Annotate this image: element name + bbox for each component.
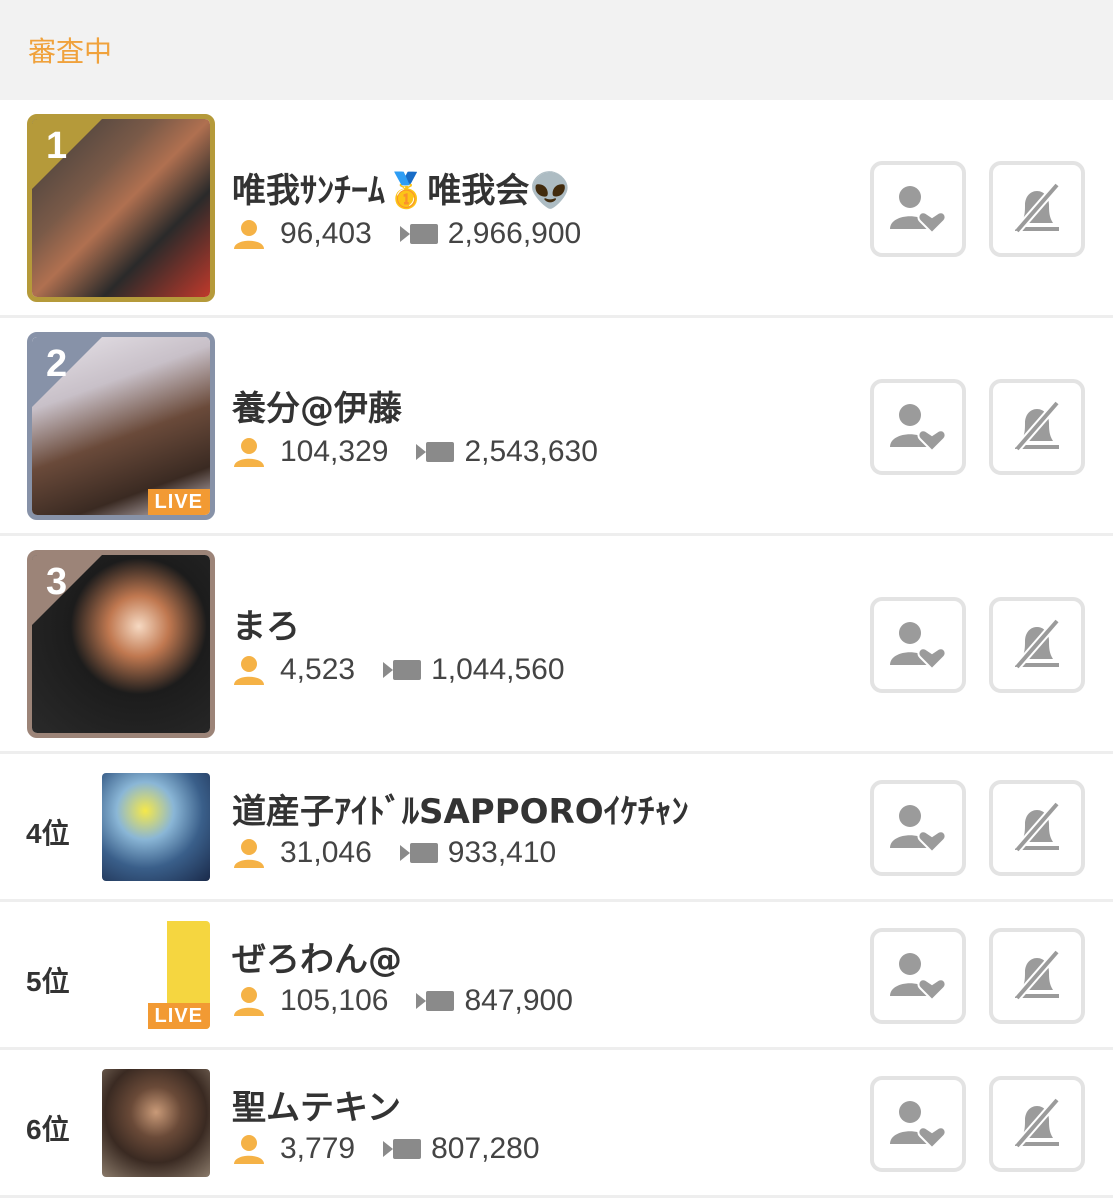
bell-slash-icon — [1013, 949, 1061, 1001]
person-icon — [234, 1135, 264, 1164]
points-count: 847,900 — [464, 984, 573, 1017]
rank-label: 5位 — [26, 966, 70, 997]
avatar[interactable]: 2 LIVE — [27, 332, 215, 520]
follow-button[interactable] — [870, 1076, 966, 1172]
person-icon — [234, 987, 264, 1016]
avatar[interactable]: 1 — [27, 114, 215, 302]
section-title: 審査中 — [28, 35, 113, 68]
bell-slash-icon — [1013, 801, 1061, 853]
list-item[interactable]: 6位 聖ムテキン 3,779 807,280 — [0, 1050, 1113, 1198]
avatar[interactable] — [102, 773, 210, 881]
viewer-count: 3,779 — [280, 1132, 356, 1165]
video-camera-icon — [399, 843, 438, 863]
video-camera-icon — [416, 991, 455, 1011]
stats: 31,046 933,410 — [232, 836, 556, 870]
person-heart-icon — [890, 186, 947, 235]
live-badge: LIVE — [147, 489, 210, 515]
follow-button[interactable] — [870, 780, 966, 876]
mute-button[interactable] — [989, 161, 1085, 257]
person-heart-icon — [890, 805, 947, 854]
bell-slash-icon — [1013, 400, 1061, 452]
person-heart-icon — [890, 953, 947, 1002]
points-count: 807,280 — [431, 1132, 540, 1165]
person-heart-icon — [890, 404, 947, 453]
bell-slash-icon — [1013, 618, 1061, 670]
avatar[interactable]: LIVE — [102, 921, 210, 1029]
section-header: 審査中 — [0, 0, 1113, 100]
points-count: 2,543,630 — [464, 435, 598, 468]
video-camera-icon — [383, 1139, 422, 1159]
list-item[interactable]: 5位 LIVE ぜろわん@ 105,106 847,900 — [0, 902, 1113, 1050]
person-heart-icon — [890, 1101, 947, 1150]
mute-button[interactable] — [989, 379, 1085, 475]
viewer-count: 104,329 — [280, 435, 389, 468]
mute-button[interactable] — [989, 780, 1085, 876]
viewer-count: 31,046 — [280, 836, 372, 869]
stats: 4,523 1,044,560 — [232, 653, 565, 687]
video-camera-icon — [416, 442, 455, 462]
list-item[interactable]: 1 唯我ｻﾝﾁｰﾑ🥇唯我会👽 96,403 2,966,900 — [0, 100, 1113, 318]
stats: 104,329 2,543,630 — [232, 435, 598, 469]
mute-button[interactable] — [989, 928, 1085, 1024]
stats: 96,403 2,966,900 — [232, 217, 581, 251]
avatar[interactable] — [102, 1069, 210, 1177]
points-count: 933,410 — [447, 836, 557, 869]
points-count: 2,966,900 — [447, 217, 582, 250]
video-camera-icon — [383, 660, 422, 680]
viewer-count: 96,403 — [280, 217, 372, 250]
streamer-name[interactable]: 養分@伊藤 — [232, 381, 402, 430]
person-icon — [234, 656, 264, 685]
live-badge: LIVE — [147, 1003, 210, 1029]
bell-slash-icon — [1013, 1097, 1061, 1149]
points-count: 1,044,560 — [431, 653, 565, 686]
list-item[interactable]: 2 LIVE 養分@伊藤 104,329 2,543,630 — [0, 318, 1113, 536]
mute-button[interactable] — [989, 597, 1085, 693]
stats: 105,106 847,900 — [232, 984, 573, 1018]
list-item[interactable]: 3 まろ 4,523 1,044,560 — [0, 536, 1113, 754]
person-icon — [234, 438, 264, 467]
video-camera-icon — [399, 224, 438, 244]
follow-button[interactable] — [870, 161, 966, 257]
rank-label: 6位 — [26, 1114, 70, 1145]
person-icon — [234, 220, 264, 249]
mute-button[interactable] — [989, 1076, 1085, 1172]
viewer-count: 105,106 — [280, 984, 389, 1017]
rank-label: 4位 — [26, 818, 70, 849]
streamer-name[interactable]: 聖ムテキン — [232, 1080, 401, 1129]
bell-slash-icon — [1013, 182, 1061, 234]
follow-button[interactable] — [870, 597, 966, 693]
person-icon — [234, 839, 264, 868]
streamer-name[interactable]: 唯我ｻﾝﾁｰﾑ🥇唯我会👽 — [232, 163, 572, 212]
streamer-name[interactable]: 道産子ｱｲﾄﾞﾙSAPPOROｲｹﾁｬﾝ — [232, 784, 689, 833]
follow-button[interactable] — [870, 928, 966, 1024]
viewer-count: 4,523 — [280, 653, 356, 686]
follow-button[interactable] — [870, 379, 966, 475]
streamer-name[interactable]: まろ — [232, 599, 300, 648]
person-heart-icon — [890, 622, 947, 671]
rank-badge: 2 — [46, 343, 68, 385]
stats: 3,779 807,280 — [232, 1132, 540, 1166]
rank-badge: 1 — [46, 125, 68, 167]
list-item[interactable]: 4位 道産子ｱｲﾄﾞﾙSAPPOROｲｹﾁｬﾝ 31,046 933,410 — [0, 754, 1113, 902]
streamer-name[interactable]: ぜろわん@ — [232, 932, 402, 981]
rank-badge: 3 — [46, 561, 68, 603]
avatar[interactable]: 3 — [27, 550, 215, 738]
